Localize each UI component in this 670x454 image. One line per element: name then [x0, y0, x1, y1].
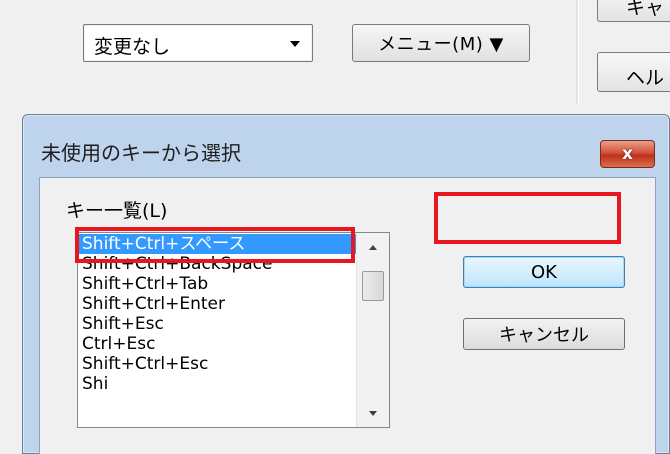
scroll-up-arrow-icon[interactable]: [357, 233, 389, 259]
select-unused-key-dialog: 未使用のキーから選択 x キー一覧(L) Shift+Ctrl+スペース Shi…: [22, 114, 670, 454]
ok-button[interactable]: OK: [463, 256, 625, 288]
partial-top-button[interactable]: キャ: [597, 0, 670, 22]
scroll-down-arrow-icon[interactable]: [357, 401, 389, 427]
list-item-selected[interactable]: Shift+Ctrl+スペース: [78, 234, 357, 254]
close-button[interactable]: x: [600, 140, 655, 168]
list-item[interactable]: Shift+Ctrl+Enter: [78, 294, 357, 314]
list-item[interactable]: Shi: [78, 374, 357, 394]
scroll-thumb[interactable]: [362, 271, 384, 301]
mode-combo-box[interactable]: 変更なし: [83, 24, 313, 62]
background-window: 変更なし メニュー(M) ▼ キャ ヘル: [0, 0, 670, 104]
chevron-down-icon[interactable]: [290, 41, 300, 47]
list-item[interactable]: Shift+Esc: [78, 314, 357, 334]
close-icon: x: [622, 144, 633, 164]
combo-value: 変更なし: [94, 36, 171, 58]
menu-button[interactable]: メニュー(M) ▼: [352, 24, 530, 62]
help-button[interactable]: ヘル: [597, 52, 670, 92]
list-item[interactable]: Shift+Ctrl+Esc: [78, 354, 357, 374]
vertical-scrollbar[interactable]: [356, 233, 389, 427]
dialog-body: キー一覧(L) Shift+Ctrl+スペース Shift+Ctrl+BackS…: [39, 177, 656, 454]
list-item[interactable]: Shift+Ctrl+Tab: [78, 274, 357, 294]
dialog-title: 未使用のキーから選択: [41, 141, 241, 165]
cancel-button[interactable]: キャンセル: [463, 318, 625, 350]
key-list: Shift+Ctrl+スペース Shift+Ctrl+BackSpace Shi…: [78, 234, 357, 394]
list-item[interactable]: Shift+Ctrl+BackSpace: [78, 254, 357, 274]
key-list-label: キー一覧(L): [66, 200, 168, 222]
key-listbox[interactable]: Shift+Ctrl+スペース Shift+Ctrl+BackSpace Shi…: [77, 232, 390, 428]
list-item[interactable]: Ctrl+Esc: [78, 334, 357, 354]
divider: [576, 0, 579, 104]
page: 変更なし メニュー(M) ▼ キャ ヘル 未使用のキーから選択 x キー一覧(L…: [0, 0, 670, 454]
